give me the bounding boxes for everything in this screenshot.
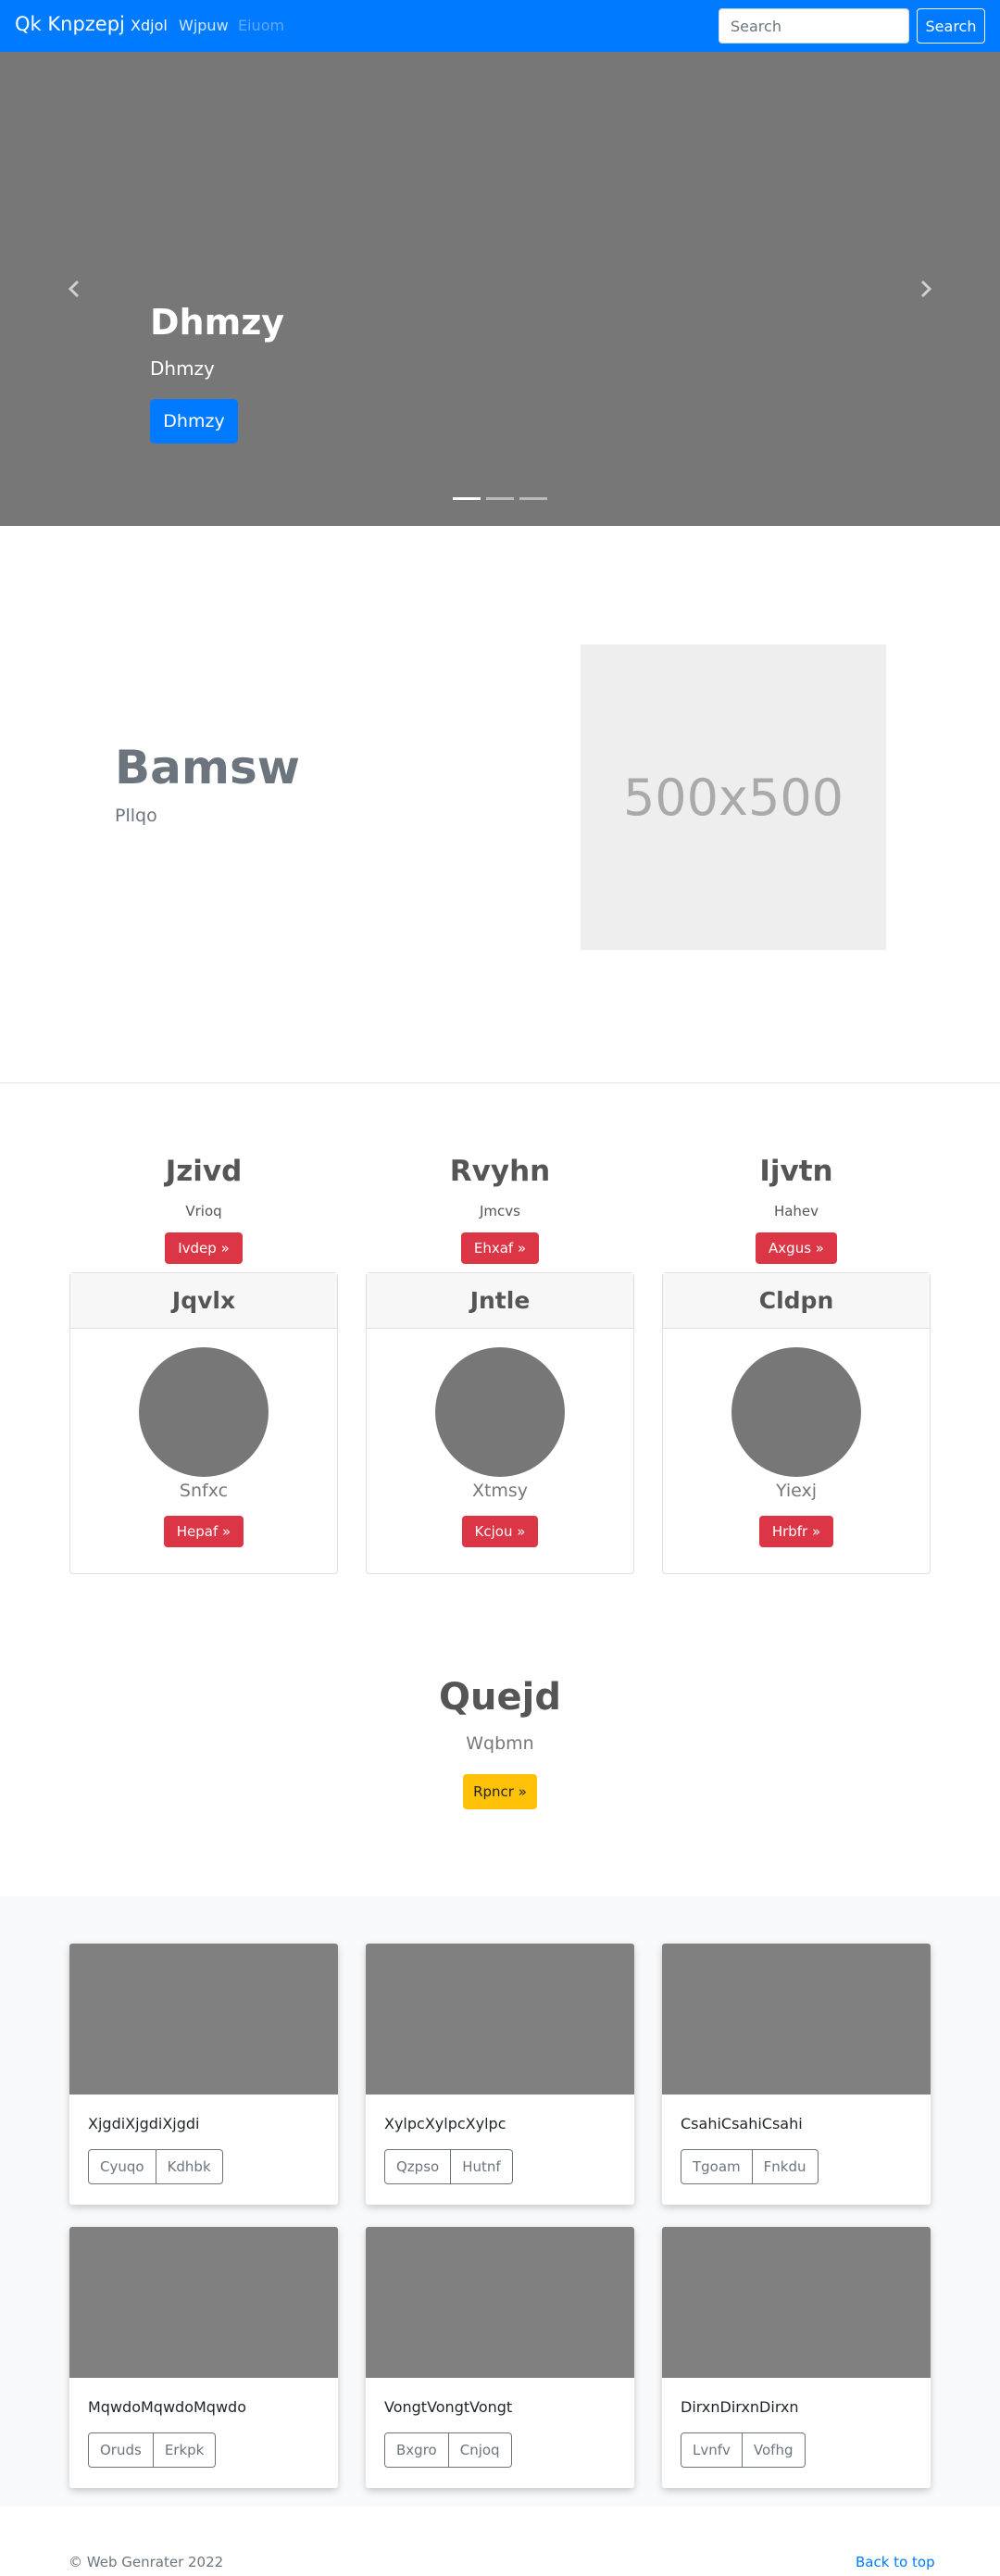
column-button[interactable]: Ivdep » xyxy=(165,1232,243,1264)
feature-subtitle: Pllqo xyxy=(115,806,157,826)
album-card-text: VongtVongtVongt xyxy=(384,2398,513,2416)
card-header: Jntle xyxy=(367,1273,633,1329)
album-card-button[interactable]: Lvnfv xyxy=(681,2432,743,2468)
column-subtitle: Hahev xyxy=(773,1203,819,1219)
album-card-button[interactable]: Erkpk xyxy=(153,2432,217,2468)
album-card: XylpcXylpcXylpc Qzpso Hutnf xyxy=(366,1944,634,2205)
album-card-button-group: Cyuqo Kdhbk xyxy=(88,2149,223,2184)
back-to-top-link[interactable]: Back to top xyxy=(856,2554,935,2570)
chevron-right-icon xyxy=(920,280,932,298)
card-header: Cldpn xyxy=(663,1273,930,1329)
profile-card: Cldpn Yiexj Hrbfr » xyxy=(662,1272,931,1574)
card-button[interactable]: Hrbfr » xyxy=(758,1516,834,1547)
album-card-button-group: Tgoam Fnkdu xyxy=(681,2149,819,2184)
search-input[interactable] xyxy=(719,8,909,44)
column-2: Rvyhn Jmcvs Ehxaf » xyxy=(366,1155,634,1264)
album-card: CsahiCsahiCsahi Tgoam Fnkdu xyxy=(662,1944,931,2205)
feature-placeholder-image: 500x500 xyxy=(581,644,886,950)
album-card-button[interactable]: Cnjoq xyxy=(448,2432,512,2468)
nav-link-wjpuw[interactable]: Wjpuw xyxy=(179,17,229,34)
album-card-text: DirxnDirxnDirxn xyxy=(681,2398,799,2416)
carousel-cta-button[interactable]: Dhmzy xyxy=(150,399,238,444)
hero-carousel: Dhmzy Dhmzy Dhmzy xyxy=(0,52,1000,526)
album-card: MqwdoMqwdoMqwdo Oruds Erkpk xyxy=(69,2227,338,2488)
footer-copyright: © Web Genrater 2022 xyxy=(69,2554,224,2570)
column-subtitle: Jmcvs xyxy=(480,1203,520,1219)
album-card-button-group: Lvnfv Vofhg xyxy=(681,2432,806,2468)
cta-button[interactable]: Rpncr » xyxy=(463,1774,537,1809)
card-name: Yiexj xyxy=(775,1481,818,1501)
album-card-image xyxy=(69,2227,338,2378)
cta-subtitle: Wqbmn xyxy=(466,1733,534,1754)
album-card-button[interactable]: Bxgro xyxy=(384,2432,449,2468)
brand-logo[interactable]: Qk Knpzepj xyxy=(15,13,125,35)
album-card-image xyxy=(69,1944,338,2095)
carousel-indicator[interactable] xyxy=(486,497,514,500)
card-name: Snfxc xyxy=(179,1481,229,1501)
album-card-image xyxy=(366,1944,634,2095)
album-card: DirxnDirxnDirxn Lvnfv Vofhg xyxy=(662,2227,931,2488)
album-card-button[interactable]: Kdhbk xyxy=(156,2149,223,2184)
column-1: Jzivd Vrioq Ivdep » xyxy=(69,1155,338,1264)
profile-card: Jntle Xtmsy Kcjou » xyxy=(366,1272,634,1574)
avatar xyxy=(139,1347,269,1477)
album-card-image xyxy=(366,2227,634,2378)
section-divider xyxy=(0,1082,1000,1083)
album-card-button-group: Bxgro Cnjoq xyxy=(384,2432,512,2468)
column-3: Ijvtn Hahev Axgus » xyxy=(662,1155,931,1264)
card-name: Xtmsy xyxy=(471,1481,529,1501)
album-card-button[interactable]: Hutnf xyxy=(451,2149,513,2184)
column-subtitle: Vrioq xyxy=(185,1203,222,1219)
carousel-next-button[interactable] xyxy=(907,270,944,307)
album-card-image xyxy=(662,1944,931,2095)
card-header: Jqvlx xyxy=(70,1273,337,1329)
carousel-title: Dhmzy xyxy=(150,302,285,343)
album-card-button-group: Oruds Erkpk xyxy=(88,2432,217,2468)
album-card-button[interactable]: Oruds xyxy=(88,2432,154,2468)
album-card-button[interactable]: Cyuqo xyxy=(88,2149,156,2184)
album-card-button[interactable]: Qzpso xyxy=(384,2149,452,2184)
card-button[interactable]: Hepaf » xyxy=(163,1516,244,1547)
album-card-text: MqwdoMqwdoMqwdo xyxy=(88,2398,246,2416)
placeholder-image-label: 500x500 xyxy=(622,768,844,827)
carousel-indicator[interactable] xyxy=(519,497,547,500)
album-card-button[interactable]: Fnkdu xyxy=(752,2149,819,2184)
album-card-image xyxy=(662,2227,931,2378)
column-title: Jzivd xyxy=(165,1155,243,1188)
search-button[interactable]: Search xyxy=(917,8,985,44)
album-card-button[interactable]: Vofhg xyxy=(742,2432,806,2468)
carousel-prev-button[interactable] xyxy=(56,270,93,307)
column-title: Rvyhn xyxy=(449,1155,551,1188)
column-title: Ijvtn xyxy=(759,1155,833,1188)
card-button[interactable]: Kcjou » xyxy=(461,1516,539,1547)
navbar: Qk Knpzepj Xdjol Wjpuw Eiuom Search xyxy=(0,0,1000,52)
cta-title: Quejd xyxy=(439,1676,561,1719)
nav-link-eiuom[interactable]: Eiuom xyxy=(238,17,284,34)
column-button[interactable]: Ehxaf » xyxy=(460,1232,540,1264)
album-card: XjgdiXjgdiXjgdi Cyuqo Kdhbk xyxy=(69,1944,338,2205)
album-section: XjgdiXjgdiXjgdi Cyuqo Kdhbk XylpcXylpcXyl… xyxy=(0,1896,1000,2507)
carousel-subtitle: Dhmzy xyxy=(150,357,215,380)
album-card-button-group: Qzpso Hutnf xyxy=(384,2149,513,2184)
album-card-text: XjgdiXjgdiXjgdi xyxy=(88,2115,200,2132)
nav-link-xdjol[interactable]: Xdjol xyxy=(131,17,168,34)
profile-card: Jqvlx Snfxc Hepaf » xyxy=(69,1272,338,1574)
column-button[interactable]: Axgus » xyxy=(756,1232,837,1264)
album-card: VongtVongtVongt Bxgro Cnjoq xyxy=(366,2227,634,2488)
album-card-text: CsahiCsahiCsahi xyxy=(681,2115,803,2132)
album-card-button[interactable]: Tgoam xyxy=(681,2149,753,2184)
carousel-indicator[interactable] xyxy=(453,497,481,500)
avatar xyxy=(435,1347,565,1477)
feature-title: Bamsw xyxy=(115,741,300,794)
chevron-left-icon xyxy=(68,280,80,298)
avatar xyxy=(731,1347,861,1477)
album-card-text: XylpcXylpcXylpc xyxy=(384,2115,506,2132)
